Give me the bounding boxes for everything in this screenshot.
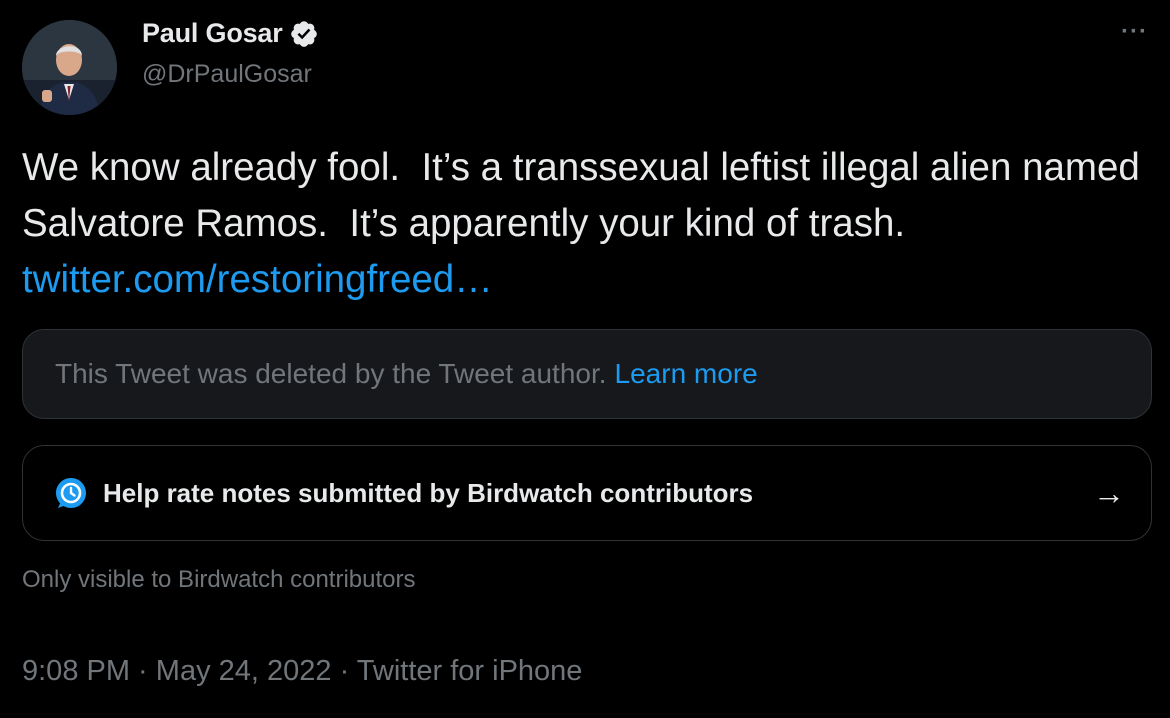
- birdwatch-icon: [56, 478, 86, 508]
- birdwatch-rate-notes-button[interactable]: Help rate notes submitted by Birdwatch c…: [22, 445, 1152, 541]
- author-name[interactable]: Paul Gosar: [142, 18, 283, 49]
- deleted-notice: This Tweet was deleted by the Tweet auth…: [55, 358, 607, 389]
- more-options-icon[interactable]: ···: [1121, 18, 1148, 46]
- tweet-source[interactable]: Twitter for iPhone: [357, 655, 583, 687]
- avatar[interactable]: [22, 20, 117, 115]
- profile-photo: [22, 20, 117, 115]
- birdwatch-visibility-note: Only visible to Birdwatch contributors: [22, 566, 416, 593]
- verified-badge-icon: [290, 20, 317, 47]
- meta-separator: ·: [130, 655, 156, 687]
- learn-more-link[interactable]: Learn more: [615, 358, 758, 390]
- tweet-text: We know already fool. It’s a transsexual…: [22, 140, 1142, 308]
- meta-separator: ·: [331, 655, 357, 687]
- tweet-link[interactable]: twitter.com/restoringfreed…: [22, 258, 493, 301]
- tweet-meta: 9:08 PM · May 24, 2022 · Twitter for iPh…: [22, 655, 582, 688]
- author-name-row: Paul Gosar: [142, 18, 319, 49]
- tweet-time[interactable]: 9:08 PM: [22, 655, 130, 687]
- quoted-tweet-deleted-card: This Tweet was deleted by the Tweet auth…: [22, 329, 1152, 419]
- birdwatch-label: Help rate notes submitted by Birdwatch c…: [103, 477, 754, 508]
- tweet-date[interactable]: May 24, 2022: [156, 655, 332, 687]
- author-handle[interactable]: @DrPaulGosar: [142, 60, 312, 89]
- arrow-right-icon: →: [1093, 474, 1125, 511]
- tweet-body: We know already fool. It’s a transsexual…: [22, 146, 1151, 245]
